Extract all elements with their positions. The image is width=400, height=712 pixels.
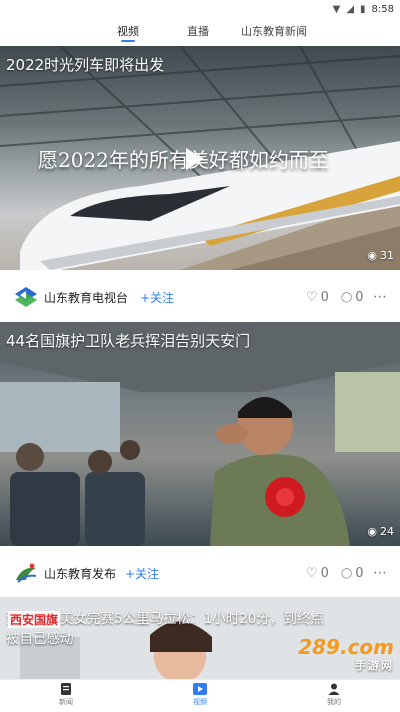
battery-icon: ▮ — [360, 3, 366, 15]
signal-icon: ◢ — [346, 3, 355, 15]
video-title-line-1: 河北肥胖美女完赛5公里马拉松：1小时20分，到终点 — [6, 611, 324, 627]
channel-row-2: 山东教育发布 +关注 ♡ 0 ◯ 0 ⋯ — [0, 548, 400, 598]
tab-video[interactable]: 视频 — [117, 23, 139, 39]
wifi-icon: ▼ — [332, 3, 341, 15]
tab-shandong-news[interactable]: 山东教育新闻 — [241, 23, 307, 39]
like-button[interactable]: ♡ 0 — [306, 290, 329, 305]
tab-live[interactable]: 直播 — [187, 23, 209, 39]
tab-active-indicator — [121, 40, 135, 42]
channel-logo-icon[interactable] — [14, 286, 38, 308]
eye-icon: ◉ — [367, 525, 377, 538]
video-title: 2022时光列车即将出发 — [6, 56, 165, 74]
comment-button[interactable]: ◯ 0 — [341, 566, 363, 581]
watermark-brand: 289.com — [298, 635, 394, 659]
video-icon — [193, 683, 207, 695]
channel-name[interactable]: 山东教育发布 — [44, 565, 116, 582]
comment-button[interactable]: ◯ 0 — [341, 290, 363, 305]
eye-icon: ◉ — [367, 249, 377, 262]
like-count: 0 — [320, 289, 329, 305]
video-overlay-caption: 愿2022年的所有美好都如约而至 — [38, 148, 329, 172]
follow-button[interactable]: +关注 — [140, 289, 174, 306]
comment-icon: ◯ — [341, 567, 353, 579]
comment-count: 0 — [355, 289, 364, 305]
nav-video-label: 视频 — [193, 698, 207, 706]
play-icon[interactable] — [186, 148, 204, 170]
nav-news-label: 新闻 — [59, 698, 73, 706]
view-count: ◉ 31 — [367, 249, 394, 262]
nav-news[interactable]: 新闻 — [46, 682, 86, 707]
channel-name[interactable]: 山东教育电视台 — [44, 289, 128, 306]
video-card-2[interactable]: 44名国旗护卫队老兵挥泪告别天安门 ◉ 24 — [0, 322, 400, 546]
follow-button[interactable]: +关注 — [125, 565, 159, 582]
status-time: 8:58 — [371, 3, 394, 15]
heart-icon: ♡ — [306, 565, 318, 581]
channel-row-1: 山东教育电视台 +关注 ♡ 0 ◯ 0 ⋯ — [0, 272, 400, 322]
top-tabs: 视频 直播 山东教育新闻 — [0, 18, 400, 48]
video-card-1[interactable]: 2022时光列车即将出发 愿2022年的所有美好都如约而至 ◉ 31 — [0, 46, 400, 270]
video-title: 44名国旗护卫队老兵挥泪告别天安门 — [6, 332, 251, 350]
news-icon — [61, 683, 71, 695]
more-icon[interactable]: ⋯ — [373, 289, 388, 305]
bottom-nav: 新闻 视频 我的 — [0, 679, 400, 712]
like-button[interactable]: ♡ 0 — [306, 566, 329, 581]
like-count: 0 — [320, 565, 329, 581]
view-count: ◉ 24 — [367, 525, 394, 538]
nav-video[interactable]: 视频 — [180, 682, 220, 707]
bus-scene — [0, 322, 400, 546]
view-count-value: 31 — [380, 249, 394, 262]
user-icon — [328, 683, 340, 695]
comment-count: 0 — [355, 565, 364, 581]
view-count-value: 24 — [380, 525, 394, 538]
nav-mine-label: 我的 — [327, 698, 341, 706]
heart-icon: ♡ — [306, 289, 318, 305]
video-card-3[interactable]: 河北肥胖美女完赛5公里马拉松：1小时20分，到终点 被自己感动 西安国旗 289… — [0, 597, 400, 679]
channel-logo-icon[interactable] — [14, 562, 38, 584]
comment-icon: ◯ — [341, 291, 353, 303]
nav-mine[interactable]: 我的 — [314, 682, 354, 707]
more-icon[interactable]: ⋯ — [373, 565, 388, 581]
status-bar: ▼ ◢ ▮ 8:58 — [0, 0, 400, 18]
watermark-sub: 手游网 — [355, 659, 394, 672]
watermark-logo: 289.com 手游网 — [298, 637, 394, 673]
video-overlay-caption: 西安国旗 — [8, 611, 61, 628]
